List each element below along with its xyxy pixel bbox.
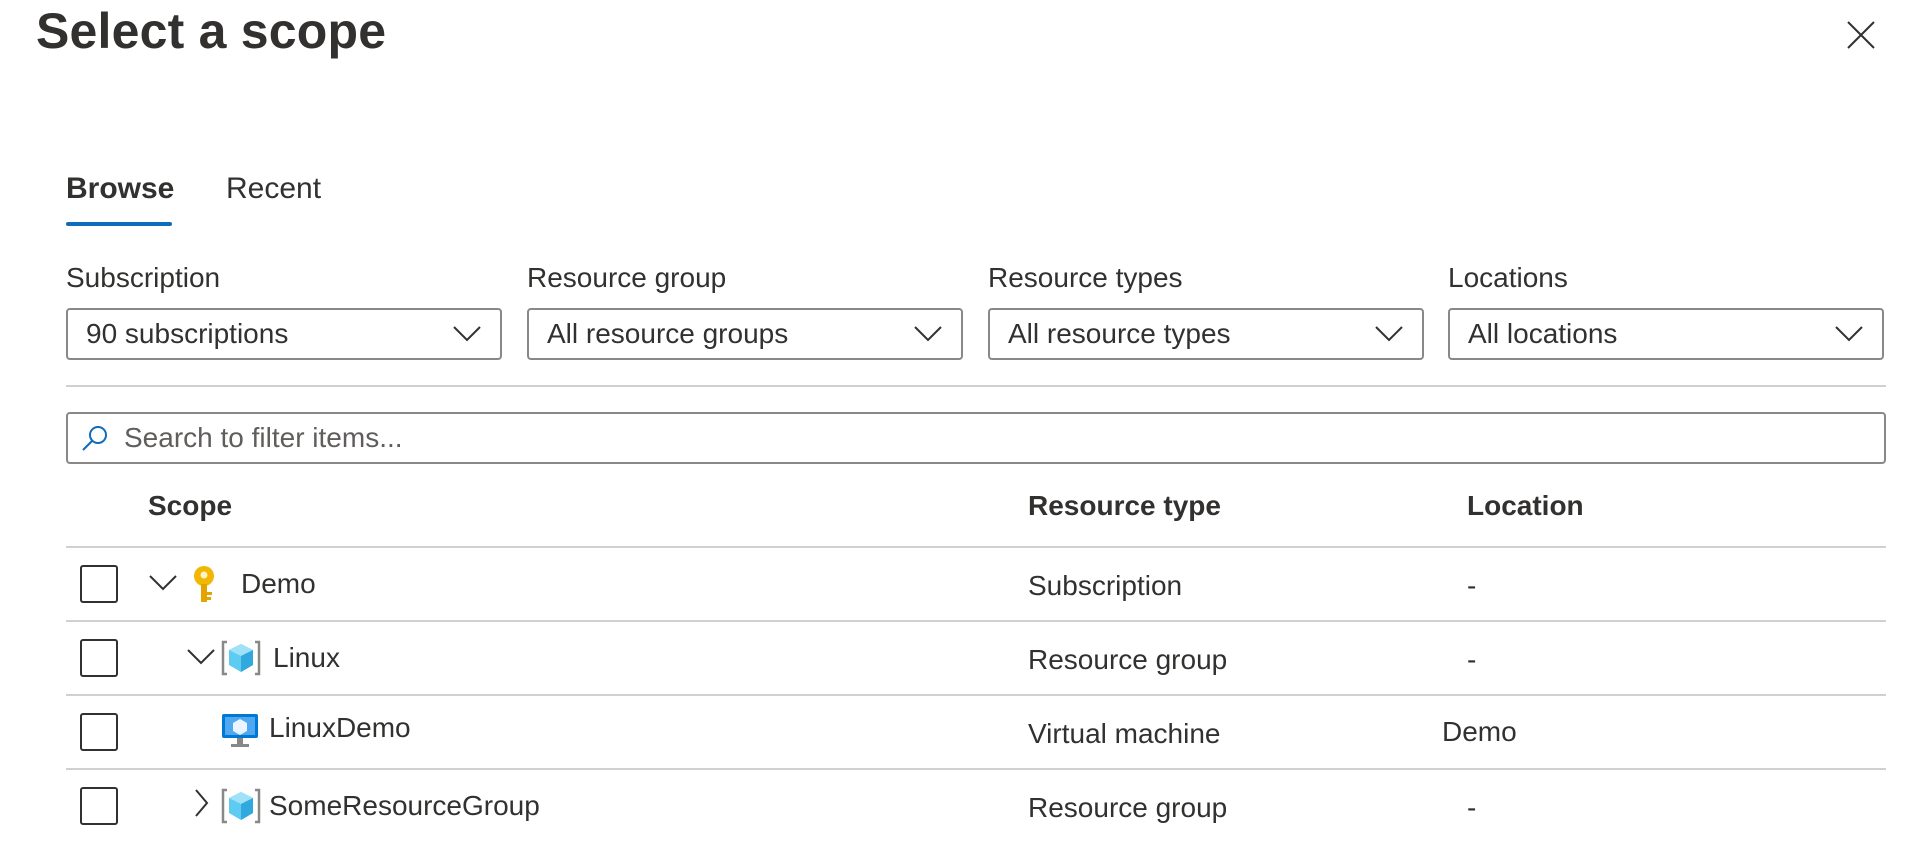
resource-group-icon	[221, 640, 261, 676]
chevron-down-icon	[453, 326, 481, 342]
resource-group-dropdown[interactable]: All resource groups	[527, 308, 963, 360]
subscription-key-icon	[194, 566, 214, 602]
column-header-scope[interactable]: Scope	[148, 490, 232, 522]
expander-button[interactable]	[186, 642, 216, 672]
row-name[interactable]: LinuxDemo	[269, 712, 411, 744]
row-resource-type: Subscription	[1028, 570, 1183, 601]
expander-button[interactable]	[186, 788, 216, 818]
search-box[interactable]	[66, 412, 1886, 464]
chevron-down-icon	[1375, 326, 1403, 342]
row-name[interactable]: Demo	[241, 568, 316, 600]
close-icon	[1847, 21, 1875, 49]
tab-browse[interactable]: Browse	[66, 172, 174, 218]
row-resource-type: Virtual machine	[1028, 718, 1221, 749]
column-header-location[interactable]: Location	[1467, 490, 1584, 522]
row-checkbox[interactable]	[80, 565, 118, 603]
table-row[interactable]: LinuxDemo Virtual machine Demo	[66, 696, 1886, 770]
table-row[interactable]: Linux Resource group -	[66, 622, 1886, 696]
locations-value: All locations	[1468, 318, 1618, 349]
row-checkbox[interactable]	[80, 713, 118, 751]
chevron-down-icon	[914, 326, 942, 342]
expander-button[interactable]	[148, 568, 178, 598]
subscription-value: 90 subscriptions	[86, 318, 289, 349]
subscription-dropdown[interactable]: 90 subscriptions	[66, 308, 502, 360]
row-location: Demo	[1442, 716, 1517, 747]
column-header-resource-type[interactable]: Resource type	[1028, 490, 1221, 522]
row-name[interactable]: SomeResourceGroup	[269, 790, 540, 822]
table-row[interactable]: Demo Subscription -	[66, 548, 1886, 622]
close-button[interactable]	[1840, 14, 1882, 56]
resource-types-dropdown[interactable]: All resource types	[988, 308, 1424, 360]
table-row[interactable]: SomeResourceGroup Resource group -	[66, 770, 1886, 844]
search-icon	[80, 423, 110, 453]
locations-dropdown[interactable]: All locations	[1448, 308, 1884, 360]
resource-types-value: All resource types	[1008, 318, 1231, 349]
row-location: -	[1467, 644, 1477, 675]
resource-group-label: Resource group	[527, 262, 727, 293]
virtual-machine-icon	[222, 714, 258, 747]
chevron-down-icon	[149, 575, 177, 591]
chevron-down-icon	[1835, 326, 1863, 342]
locations-label: Locations	[1448, 262, 1568, 293]
chevron-right-icon	[195, 789, 209, 817]
row-location: -	[1467, 792, 1477, 823]
subscription-label: Subscription	[66, 262, 221, 293]
chevron-down-icon	[187, 649, 215, 665]
dialog-title: Select a scope	[36, 3, 387, 59]
resource-types-label: Resource types	[988, 262, 1183, 293]
active-tab-indicator	[66, 222, 172, 226]
row-resource-type: Resource group	[1028, 644, 1228, 675]
tab-recent[interactable]: Recent	[226, 172, 321, 218]
search-input[interactable]	[124, 422, 1824, 454]
row-checkbox[interactable]	[80, 787, 118, 825]
resource-group-icon	[221, 788, 261, 824]
row-location: -	[1467, 570, 1477, 601]
resource-group-value: All resource groups	[547, 318, 789, 349]
row-resource-type: Resource group	[1028, 792, 1228, 823]
filter-divider	[66, 385, 1886, 387]
row-checkbox[interactable]	[80, 639, 118, 677]
row-name[interactable]: Linux	[273, 642, 340, 674]
